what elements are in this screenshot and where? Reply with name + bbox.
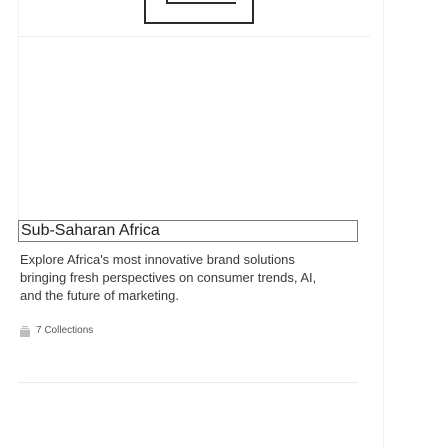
image-inner-shape: [166, 0, 236, 4]
neighbour-card-right-edge: [383, 0, 448, 448]
collections-meta: 7 Collections: [20, 324, 93, 338]
previous-card-image[interactable]: [144, 0, 254, 24]
card-title[interactable]: Sub-Saharan Africa: [18, 220, 358, 242]
neighbour-card-left-edge: [0, 0, 19, 448]
page: Sub-Saharan Africa Explore Africa's most…: [0, 0, 448, 448]
region-card[interactable]: Sub-Saharan Africa Explore Africa's most…: [18, 220, 370, 448]
collection-stack-icon: [20, 325, 30, 337]
card-divider: [18, 382, 358, 383]
collections-count: 7 Collections: [36, 325, 94, 336]
previous-card: [18, 0, 370, 37]
card-description: Explore Africa's most innovative brand s…: [20, 252, 317, 303]
